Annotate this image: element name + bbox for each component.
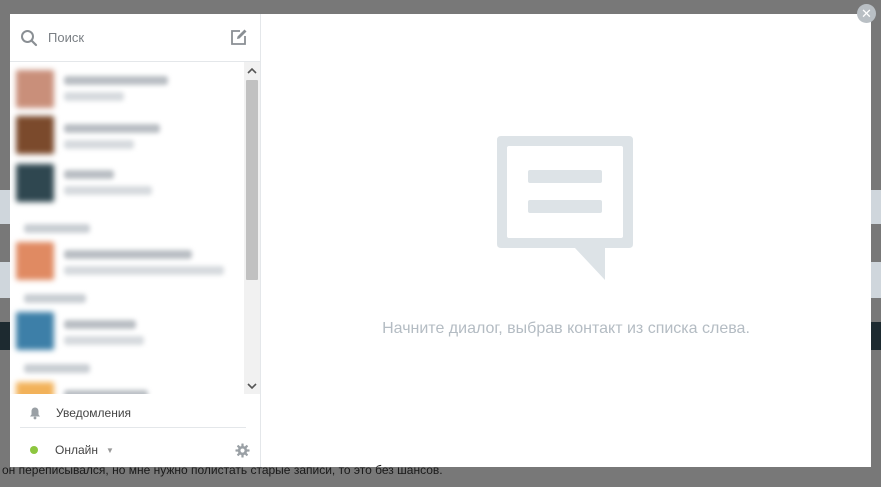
contact-name-blurred [64, 250, 192, 259]
messenger-modal: Уведомления Онлайн ▼ [10, 14, 871, 467]
date-separator-blurred [24, 224, 90, 233]
empty-state-message: Начните диалог, выбрав контакт из списка… [382, 320, 750, 337]
notifications-label: Уведомления [56, 405, 132, 420]
contact-item[interactable] [16, 164, 238, 204]
background-block [871, 322, 881, 350]
contact-preview-blurred [64, 140, 134, 149]
contact-name-blurred [64, 390, 148, 394]
search-bar [10, 14, 260, 62]
avatar [16, 382, 54, 394]
contact-list-container [10, 62, 260, 394]
avatar [16, 242, 54, 280]
chevron-down-icon [247, 382, 257, 389]
avatar [16, 116, 54, 154]
date-separator-blurred [24, 364, 90, 373]
contact-preview-blurred [64, 92, 124, 101]
search-input[interactable] [48, 30, 229, 45]
contact-item[interactable] [16, 312, 238, 352]
search-icon [21, 29, 38, 46]
contact-preview-blurred [64, 186, 152, 195]
gear-icon[interactable] [235, 442, 250, 458]
notifications-button[interactable]: Уведомления [20, 398, 246, 428]
contact-item[interactable] [16, 116, 238, 156]
contact-preview-blurred [64, 266, 224, 275]
background-block [0, 190, 10, 224]
background-block [0, 322, 10, 350]
contact-name-blurred [64, 124, 160, 133]
contact-name-blurred [64, 170, 114, 179]
contact-preview-blurred [64, 336, 144, 345]
background-block [871, 262, 881, 298]
scroll-down-button[interactable] [244, 378, 260, 394]
chat-bubble-icon [497, 136, 633, 280]
scroll-thumb[interactable] [246, 80, 258, 280]
bell-icon [30, 407, 40, 419]
contact-item[interactable] [16, 70, 238, 110]
background-block [871, 190, 881, 224]
online-status-dot [30, 446, 38, 454]
caret-down-icon[interactable]: ▼ [106, 446, 114, 455]
contact-name-blurred [64, 320, 136, 329]
avatar [16, 312, 54, 350]
background-text: он переписывался, но мне нужно полистать… [2, 463, 443, 477]
contact-name-blurred [64, 76, 168, 85]
compose-icon[interactable] [229, 28, 248, 47]
conversation-panel: Начните диалог, выбрав контакт из списка… [261, 14, 871, 467]
avatar [16, 164, 54, 202]
close-icon: ✕ [861, 6, 872, 21]
date-separator-blurred [24, 294, 86, 303]
status-bar: Онлайн ▼ [20, 436, 250, 464]
contacts-sidebar: Уведомления Онлайн ▼ [10, 14, 261, 467]
chevron-up-icon [247, 67, 257, 74]
background-block [0, 262, 10, 298]
avatar [16, 70, 54, 108]
status-dropdown[interactable]: Онлайн [55, 443, 98, 457]
contact-list-scrollbar[interactable] [244, 62, 260, 394]
close-button[interactable]: ✕ [857, 4, 876, 23]
contact-item[interactable] [16, 242, 238, 282]
contact-item[interactable] [16, 382, 238, 394]
scroll-up-button[interactable] [244, 62, 260, 78]
